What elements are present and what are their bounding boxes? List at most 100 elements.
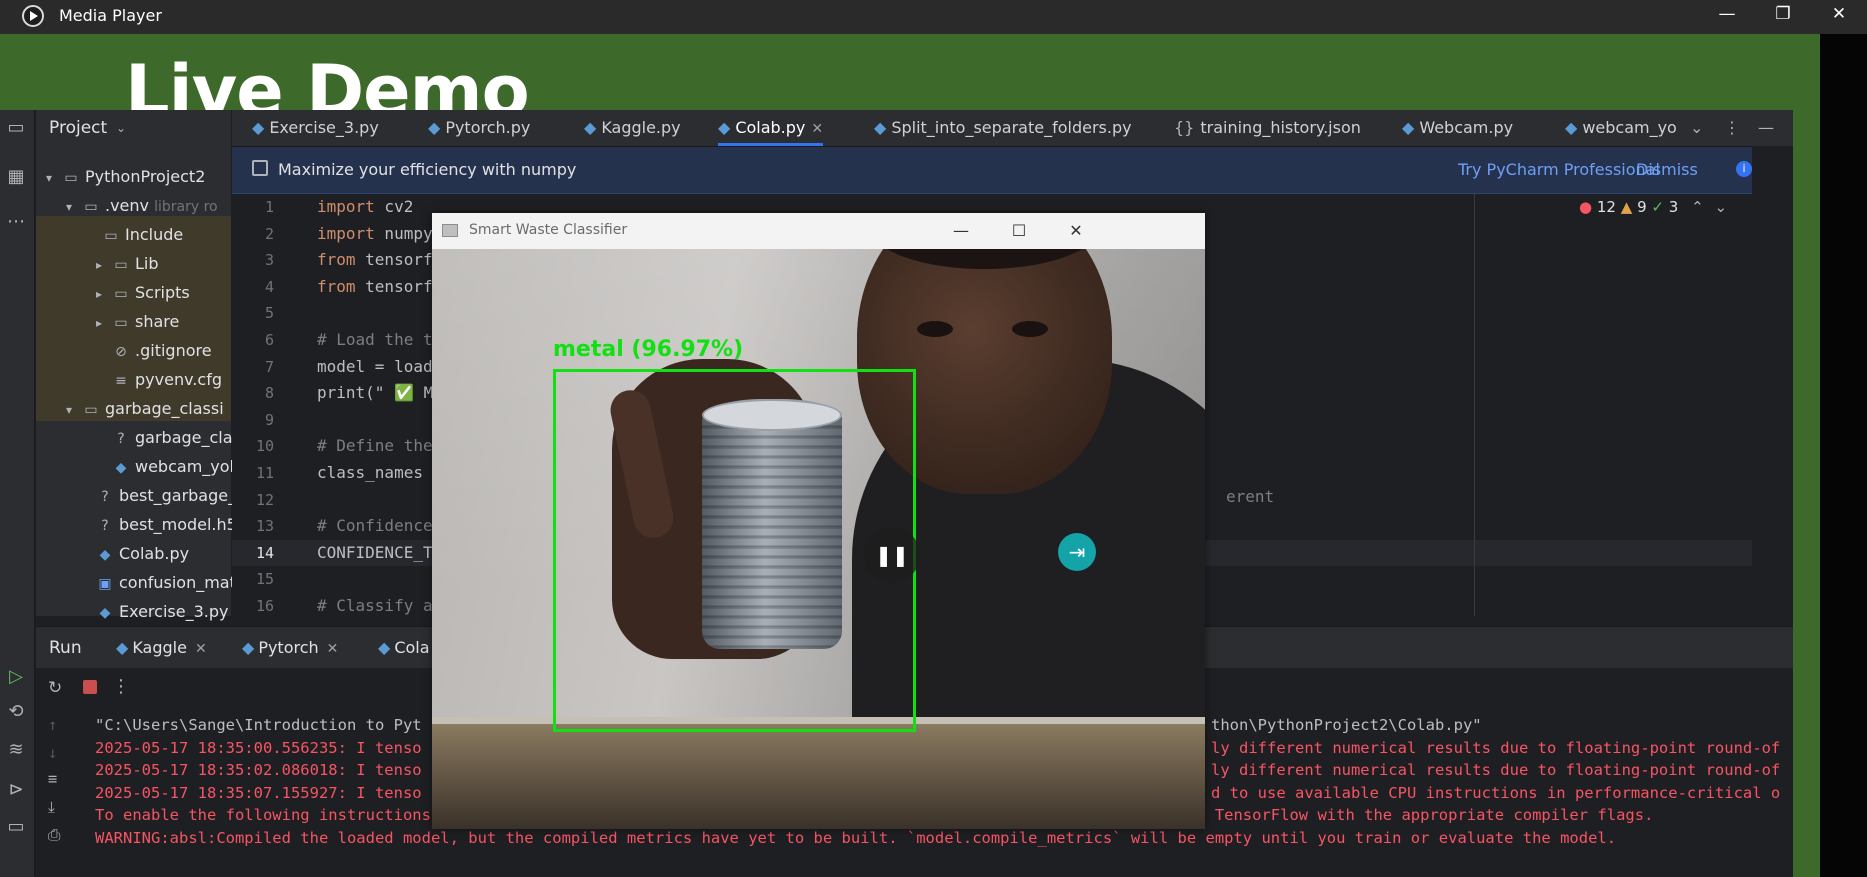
- python-file-icon: ◆: [99, 605, 111, 621]
- window-title: Media Player: [59, 6, 162, 25]
- chevron-down-icon: ▾: [66, 403, 73, 417]
- chevron-down-icon: ▾: [66, 200, 73, 214]
- media-player-logo-icon: [22, 5, 44, 27]
- tree-item[interactable]: ▾ ▭ garbage_classi: [66, 396, 224, 422]
- dismiss-link[interactable]: Dismiss: [1636, 160, 1698, 179]
- tree-item[interactable]: ? best_garbage_r: [96, 483, 242, 509]
- minimize-button[interactable]: —: [938, 216, 984, 246]
- print-icon[interactable]: ⎙: [48, 826, 60, 845]
- tab-pytorch[interactable]: ◆ Pytorch.py: [428, 110, 530, 146]
- tab-exercise-3[interactable]: ◆ Exercise_3.py: [252, 110, 379, 146]
- tab-colab[interactable]: ◆ Colab.py ✕: [718, 110, 824, 146]
- tree-item[interactable]: ≡ pyvenv.cfg: [112, 367, 222, 393]
- layers-icon[interactable]: ≋: [4, 738, 28, 762]
- close-button[interactable]: ✕: [1811, 0, 1867, 34]
- tree-item[interactable]: ◆ Exercise_3.py: [96, 599, 229, 625]
- project-panel-header[interactable]: Project ⌄: [36, 110, 231, 146]
- chevron-right-icon: ▸: [96, 258, 103, 272]
- tab-webcam[interactable]: ◆ Webcam.py: [1402, 110, 1513, 146]
- more-tools-icon[interactable]: ⋯: [4, 210, 28, 234]
- tree-item[interactable]: ▸ ▭ share: [96, 309, 179, 335]
- console-line: WARNING:absl:Compiled the loaded model, …: [95, 828, 1617, 847]
- run-tab-kaggle[interactable]: ◆ Kaggle ✕: [116, 638, 207, 657]
- close-button[interactable]: ✕: [1053, 216, 1099, 246]
- maximize-button[interactable]: ☐: [996, 216, 1042, 246]
- more-options-icon[interactable]: ⋮: [112, 676, 130, 697]
- code-comment-fragment: erent: [1226, 487, 1275, 506]
- structure-icon[interactable]: ▦: [4, 165, 28, 189]
- minimize-panel-icon[interactable]: —: [1758, 110, 1774, 146]
- line-number: 2: [264, 224, 274, 243]
- app-window-icon: [442, 224, 458, 237]
- try-pycharm-professional-link[interactable]: Try PyCharm Professional: [1458, 160, 1660, 179]
- more-options-icon[interactable]: ⋮: [1724, 110, 1740, 146]
- rerun-icon[interactable]: ↻: [48, 678, 62, 698]
- tree-item[interactable]: ⊘ .gitignore: [112, 338, 211, 364]
- tree-item[interactable]: ◆ Colab.py: [96, 541, 189, 567]
- chevron-up-icon[interactable]: ⌃: [1691, 198, 1704, 216]
- ide-tool-strip: ▭ ▦ ⋯ ▷ ⟲ ≋ ⊳ ▭: [0, 110, 35, 877]
- tree-item[interactable]: ▸ ▭ Scripts: [96, 280, 190, 306]
- scroll-to-end-icon[interactable]: ⤓: [48, 798, 55, 817]
- folder-icon: ▭: [114, 315, 128, 331]
- tab-split-into-separate-folders[interactable]: ◆ Split_into_separate_folders.py: [874, 110, 1132, 146]
- tabs-overflow-chevron-icon[interactable]: ⌄: [1690, 110, 1703, 146]
- tab-training-history[interactable]: {} training_history.json: [1174, 110, 1361, 146]
- python-file-icon: ◆: [1402, 118, 1415, 137]
- line-number: 12: [255, 490, 274, 509]
- python-file-icon: ◆: [252, 118, 265, 137]
- folder-icon: ▭: [114, 257, 128, 273]
- terminal-icon[interactable]: ▭: [4, 815, 28, 839]
- line-number: 15: [255, 570, 274, 589]
- scroll-down-icon[interactable]: ↓: [48, 744, 57, 762]
- project-folder-icon[interactable]: ▭: [4, 116, 28, 140]
- folder-icon: ▭: [64, 170, 78, 186]
- close-tab-icon[interactable]: ✕: [811, 121, 823, 137]
- scroll-up-icon[interactable]: ↑: [48, 716, 57, 734]
- editor-scroll-strip[interactable]: [1752, 146, 1793, 616]
- tree-item[interactable]: ◆ webcam_yol: [112, 454, 234, 480]
- plugin-suggestion-banner: Maximize your efficiency with numpy Try …: [232, 147, 1752, 194]
- line-number: 11: [255, 463, 274, 482]
- next-arrow-icon[interactable]: ⇥: [1058, 533, 1096, 571]
- tab-webcam-yolo[interactable]: ◆ webcam_yo: [1565, 110, 1677, 146]
- run-tool-icon[interactable]: ▷: [4, 665, 28, 689]
- run-tab-pytorch[interactable]: ◆ Pytorch ✕: [242, 638, 338, 657]
- restore-button[interactable]: ❐: [1755, 0, 1811, 34]
- tree-item[interactable]: ▭ Include: [102, 222, 183, 248]
- tree-item[interactable]: ▸ ▭ Lib: [96, 251, 159, 277]
- info-icon[interactable]: i: [1736, 161, 1752, 177]
- tree-item[interactable]: ? garbage_cla: [112, 425, 232, 451]
- detection-box: [553, 369, 916, 732]
- pause-icon[interactable]: ❚❚: [864, 527, 920, 583]
- stop-icon[interactable]: [83, 680, 97, 694]
- console-line: 2025-05-17 18:35:07.155927: I tenso: [95, 783, 422, 802]
- line-number: 13: [255, 517, 274, 536]
- python-file-icon: ◆: [428, 118, 441, 137]
- debug-icon[interactable]: ⊳: [4, 778, 28, 802]
- tree-item[interactable]: ? best_model.h5: [96, 512, 237, 538]
- python-file-icon: ◆: [718, 118, 731, 137]
- tab-kaggle[interactable]: ◆ Kaggle.py: [584, 110, 681, 146]
- chevron-down-icon: ⌄: [116, 121, 127, 135]
- soft-wrap-icon[interactable]: ≡: [48, 770, 57, 788]
- close-tab-icon[interactable]: ✕: [195, 641, 207, 657]
- minimize-button[interactable]: —: [1699, 0, 1755, 34]
- chevron-down-icon[interactable]: ⌄: [1714, 198, 1727, 216]
- console-line-tail: ly different numerical results due to fl…: [1211, 738, 1781, 757]
- inspection-widget[interactable]: ● 12 ▲ 9 ✓ 3 ⌃ ⌄: [1579, 198, 1727, 216]
- python-file-icon: ◆: [242, 638, 255, 657]
- services-icon[interactable]: ⟲: [4, 700, 28, 724]
- tree-item[interactable]: ▾ ▭ PythonProject2: [46, 164, 205, 190]
- python-file-icon: ◆: [584, 118, 597, 137]
- video-frame[interactable]: Live Demo ▭ ▦ ⋯ ▷ ⟲ ≋ ⊳ ▭ Project ⌄ ▾ ▭ Py…: [0, 34, 1820, 877]
- folder-icon: ▭: [114, 286, 128, 302]
- run-tab-colab[interactable]: ◆ Cola: [378, 638, 430, 657]
- folder-icon: ▭: [84, 199, 98, 215]
- close-tab-icon[interactable]: ✕: [327, 641, 339, 657]
- line-number: 16: [255, 596, 274, 615]
- tree-item[interactable]: ▣ confusion_matr: [96, 570, 242, 596]
- console-line-tail: d to use available CPU instructions in p…: [1211, 783, 1781, 802]
- tree-item[interactable]: ▾ ▭ .venv library ro: [66, 193, 218, 219]
- error-icon: ●: [1579, 198, 1593, 216]
